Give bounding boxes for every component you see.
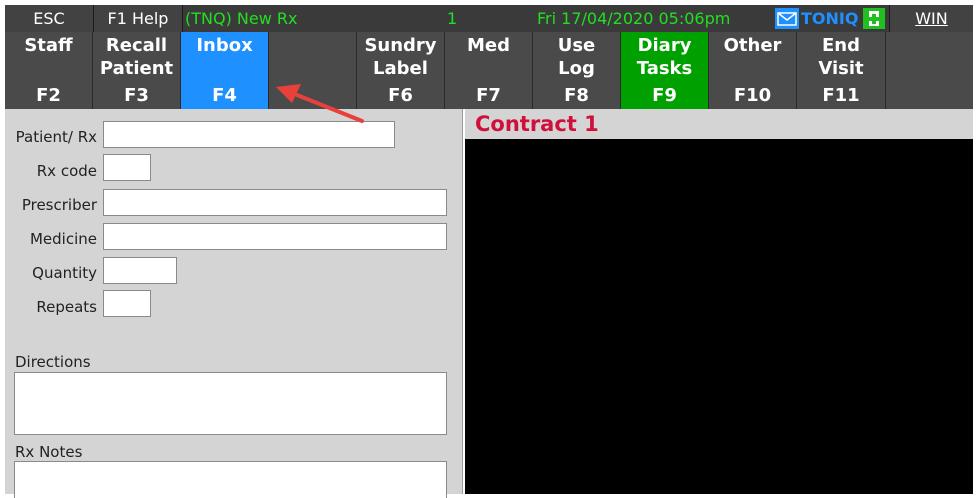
user-name[interactable]: TONIQ xyxy=(801,5,858,32)
rx-code-input[interactable] xyxy=(103,154,151,181)
fkey-diary-tasks[interactable]: Diary Tasks F9 xyxy=(621,32,709,109)
fkey-shortcut: F2 xyxy=(36,85,61,106)
fkey-staff[interactable]: Staff F2 xyxy=(5,32,93,109)
quantity-label: Quantity xyxy=(32,264,97,282)
fkey-shortcut: F7 xyxy=(476,85,501,106)
fkey-use-log[interactable]: Use Log F8 xyxy=(533,32,621,109)
esc-button[interactable]: ESC xyxy=(5,5,93,32)
top-status-bar: ESC F1 Help (TNQ) New Rx 1 Fri 17/04/202… xyxy=(5,5,973,32)
medicine-label: Medicine xyxy=(29,230,97,248)
fkey-end-visit[interactable]: End Visit F11 xyxy=(797,32,886,109)
help-button[interactable]: F1 Help xyxy=(94,5,182,32)
quantity-input[interactable] xyxy=(103,257,177,284)
fkey-label: Diary Tasks xyxy=(636,35,693,79)
medicine-input[interactable] xyxy=(103,223,447,250)
fkey-shortcut: F3 xyxy=(124,85,149,106)
patient-rx-input[interactable] xyxy=(103,121,395,148)
directions-label: Directions xyxy=(15,353,91,371)
rx-notes-label: Rx Notes xyxy=(15,443,83,461)
function-key-bar: Staff F2 Recall Patient F3 Inbox F4 Sund… xyxy=(5,32,973,109)
fkey-label: Inbox xyxy=(196,35,253,56)
pharmacy-icon[interactable] xyxy=(863,8,885,29)
rx-code-label: Rx code xyxy=(36,162,97,180)
patient-rx-label: Patient/ Rx xyxy=(15,128,97,146)
contract-title: Contract 1 xyxy=(475,112,599,136)
repeats-input[interactable] xyxy=(103,290,151,317)
queue-count: 1 xyxy=(447,9,458,28)
fkey-label: End Visit xyxy=(818,35,864,79)
fkey-shortcut: F6 xyxy=(388,85,413,106)
contract-panel xyxy=(465,139,973,494)
prescriber-input[interactable] xyxy=(103,189,447,216)
fkey-shortcut: F8 xyxy=(564,85,589,106)
fkey-label: Sundry Label xyxy=(364,35,437,79)
fkey-label: Other xyxy=(723,35,782,56)
fkey-inbox[interactable]: Inbox F4 xyxy=(181,32,269,109)
repeats-label: Repeats xyxy=(36,298,97,316)
fkey-label: Recall Patient xyxy=(99,35,174,79)
fkey-label: Use Log xyxy=(557,35,596,79)
fkey-shortcut: F11 xyxy=(822,85,860,106)
fkey-sundry-label[interactable]: Sundry Label F6 xyxy=(357,32,445,109)
mail-icon[interactable] xyxy=(775,8,799,29)
directions-textarea[interactable] xyxy=(14,372,447,435)
fkey-label: Staff xyxy=(24,35,73,56)
prescription-form: Patient/ Rx Rx code Prescriber Medicine … xyxy=(5,109,463,498)
date-time: Fri 17/04/2020 05:06pm xyxy=(537,9,731,28)
fkey-med[interactable]: Med F7 xyxy=(445,32,533,109)
fkey-blank-f12[interactable] xyxy=(886,32,973,109)
win-button[interactable]: WIN xyxy=(890,5,973,32)
fkey-shortcut: F10 xyxy=(733,85,772,106)
contract-header: Contract 1 xyxy=(465,109,973,139)
fkey-shortcut: F4 xyxy=(212,85,237,106)
fkey-label: Med xyxy=(466,35,510,56)
prescriber-label: Prescriber xyxy=(21,196,97,214)
fkey-shortcut: F9 xyxy=(652,85,677,106)
rx-notes-textarea[interactable] xyxy=(14,461,447,498)
fkey-blank-f5[interactable] xyxy=(269,32,357,109)
window-title: (TNQ) New Rx xyxy=(185,9,298,28)
fkey-other[interactable]: Other F10 xyxy=(709,32,797,109)
fkey-recall-patient[interactable]: Recall Patient F3 xyxy=(93,32,181,109)
